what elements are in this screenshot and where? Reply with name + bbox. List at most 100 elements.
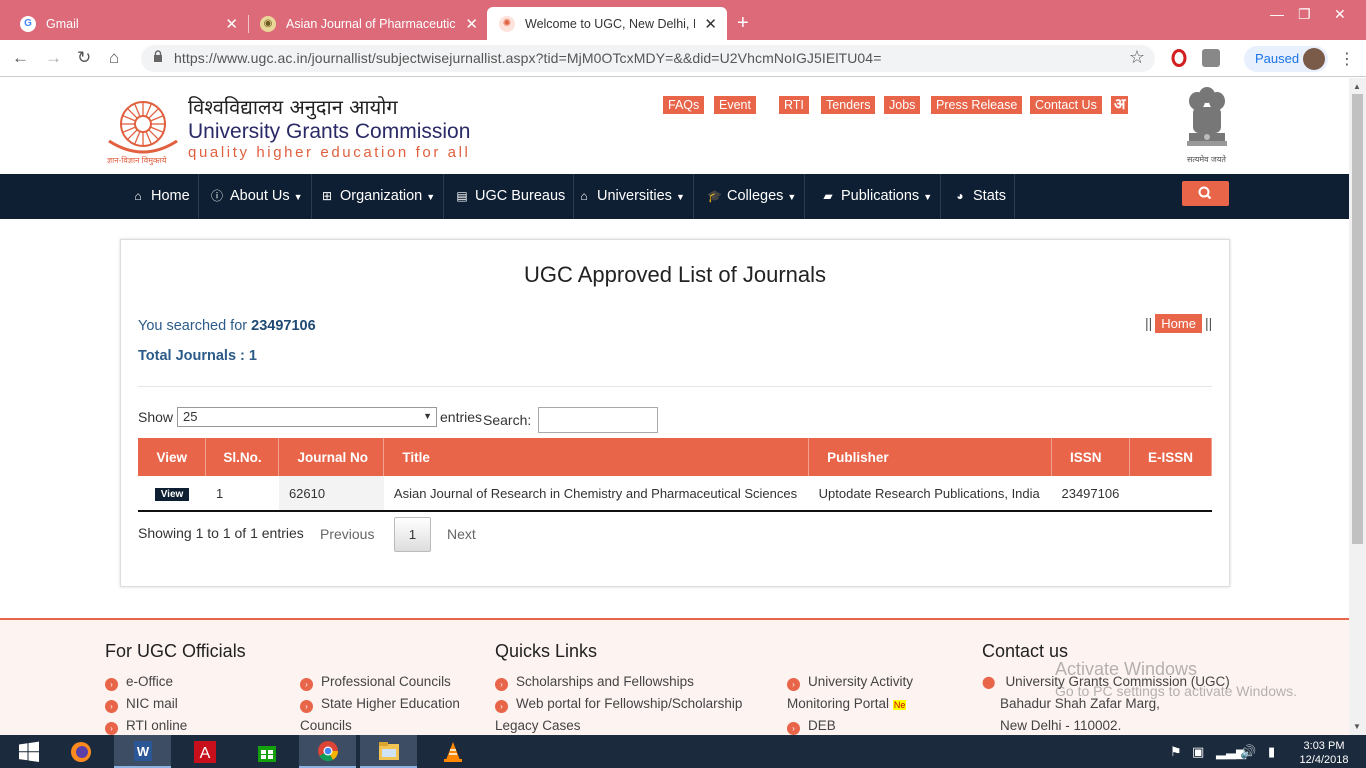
nav-colleges[interactable]: 🎓 Colleges ▼ [699, 174, 806, 219]
opera-icon[interactable] [1170, 49, 1188, 67]
footer-link-state-councils-cont[interactable]: Councils [300, 718, 352, 733]
nav-publications[interactable]: ▰ Publications ▼ [813, 174, 942, 219]
tenders-link[interactable]: Tenders [821, 96, 876, 114]
restore-icon[interactable]: ❐ [1298, 6, 1311, 23]
table-row: View 1 62610 Asian Journal of Research i… [138, 476, 1212, 512]
battery-icon[interactable]: ▮ [1268, 744, 1275, 760]
taskbar-acrobat[interactable]: A [176, 735, 233, 768]
taskbar-store[interactable] [238, 735, 295, 768]
footer: For UGC Officials › e-Office › NIC mail › R… [0, 618, 1349, 735]
nav-stats[interactable]: ◕ Stats [945, 174, 1016, 219]
col-title[interactable]: Title [383, 438, 810, 476]
table-search-input[interactable] [538, 407, 658, 433]
page-size-select[interactable]: 25 ▼ [177, 407, 437, 427]
network-adapter-icon[interactable]: ▣ [1192, 744, 1204, 760]
footer-link-state-councils[interactable]: › State Higher Education [300, 696, 460, 713]
jobs-link[interactable]: Jobs [884, 96, 921, 114]
footer-link-rti-online[interactable]: › RTI online [105, 718, 187, 735]
footer-link-fellowship-portal-cont[interactable]: Legacy Cases [495, 718, 581, 733]
footer-link-nic-mail[interactable]: › NIC mail [105, 696, 178, 713]
extension-icon[interactable] [1202, 49, 1220, 67]
nav-organization[interactable]: ⊞ Organization ▼ [312, 174, 445, 219]
event-link[interactable]: Event [714, 96, 756, 114]
scroll-down-icon[interactable]: ▼ [1353, 722, 1361, 731]
footer-link-monitoring-portal[interactable]: Monitoring Portal Ne [787, 696, 907, 711]
volume-icon[interactable]: 🔊 [1240, 744, 1256, 760]
footer-link-university-activity[interactable]: › University Activity [787, 674, 913, 691]
nav-about-us[interactable]: ⓘ About Us ▼ [202, 174, 312, 219]
taskbar-chrome[interactable] [299, 735, 356, 768]
taskbar-firefox[interactable] [52, 735, 109, 768]
close-tab-icon[interactable]: ✕ [704, 15, 717, 33]
breadcrumb-home-link[interactable]: Home [1155, 314, 1202, 333]
footer-heading-officials: For UGC Officials [105, 641, 246, 661]
graduation-cap-icon: 🎓 [707, 189, 722, 203]
tab-ugc[interactable]: ✺ Welcome to UGC, New Delhi, Ind ✕ [487, 7, 727, 40]
nav-universities[interactable]: ⌂ Universities ▼ [569, 174, 694, 219]
address-bar[interactable]: https://www.ugc.ac.in/journallist/subjec… [141, 45, 1155, 72]
clock-date: 12/4/2018 [1299, 754, 1349, 766]
browser-menu-icon[interactable]: ⋮ [1339, 49, 1355, 69]
profile-paused-button[interactable]: Paused [1244, 46, 1328, 72]
pagination-previous[interactable]: Previous [320, 526, 374, 542]
caret-down-icon: ▼ [293, 192, 303, 202]
footer-link-deb[interactable]: › DEB [787, 718, 836, 735]
scrollbar-thumb[interactable] [1352, 94, 1363, 544]
footer-link-professional-councils[interactable]: › Professional Councils [300, 674, 451, 691]
minimize-icon[interactable]: — [1270, 6, 1284, 22]
search-label: Search: [483, 412, 532, 428]
vertical-scrollbar[interactable]: ▲ ▼ [1349, 78, 1366, 735]
pagination-next[interactable]: Next [447, 526, 476, 542]
institution-icon: ⌂ [580, 189, 588, 203]
nav-home[interactable]: ⌂ Home [123, 174, 199, 219]
window-close-icon[interactable]: ✕ [1334, 6, 1346, 23]
taskbar-word[interactable]: W [114, 735, 171, 768]
col-publisher[interactable]: Publisher [808, 438, 1052, 476]
pagination-page-1[interactable]: 1 [394, 517, 431, 552]
scroll-up-icon[interactable]: ▲ [1353, 82, 1361, 91]
url-text[interactable]: https://www.ugc.ac.in/journallist/subjec… [174, 50, 881, 66]
tab-gmail[interactable]: G Gmail ✕ [8, 7, 248, 40]
chevron-right-icon: › [787, 678, 800, 691]
avatar [1303, 48, 1325, 70]
new-tab-icon[interactable]: + [737, 12, 749, 35]
faqs-link[interactable]: FAQs [663, 96, 705, 114]
close-tab-icon[interactable]: ✕ [465, 15, 478, 33]
home-icon: ⌂ [134, 189, 142, 203]
close-tab-icon[interactable]: ✕ [225, 15, 238, 33]
site-search-button[interactable] [1182, 181, 1229, 206]
hindi-language-link[interactable]: अ [1111, 96, 1129, 114]
search-icon [1198, 186, 1212, 200]
view-button[interactable]: View [154, 488, 190, 501]
chevron-right-icon: › [105, 678, 118, 691]
nav-ugc-bureaus[interactable]: ▤ UGC Bureaus [447, 174, 575, 219]
chevron-right-icon: › [105, 722, 118, 735]
caret-down-icon: ▼ [675, 192, 685, 202]
col-eissn[interactable]: E-ISSN [1129, 438, 1213, 476]
col-sl-no[interactable]: Sl.No. [205, 438, 280, 476]
journals-table: View Sl.No. Journal No Title Publisher I… [138, 438, 1213, 512]
col-issn[interactable]: ISSN [1051, 438, 1130, 476]
press-release-link[interactable]: Press Release [931, 96, 1023, 114]
start-button[interactable] [0, 735, 57, 768]
browser-toolbar: ← → ↻ ⌂ https://www.ugc.ac.in/journallis… [0, 40, 1366, 77]
bookmark-star-icon[interactable]: ☆ [1129, 47, 1145, 68]
reload-icon[interactable]: ↻ [77, 48, 91, 68]
back-icon[interactable]: ← [12, 48, 29, 68]
footer-link-e-office[interactable]: › e-Office [105, 674, 173, 691]
col-view[interactable]: View [138, 438, 207, 476]
contact-us-link[interactable]: Contact Us [1030, 96, 1102, 114]
rti-link[interactable]: RTI [779, 96, 809, 114]
footer-link-fellowship-portal[interactable]: › Web portal for Fellowship/Scholarship [495, 696, 742, 713]
flag-icon[interactable]: ⚑ [1170, 744, 1182, 760]
ugc-logo[interactable] [105, 86, 181, 166]
tab-asian-journal[interactable]: ◉ Asian Journal of Pharmaceutical a ✕ [248, 7, 488, 40]
taskbar-file-explorer[interactable] [360, 735, 417, 768]
home-icon[interactable]: ⌂ [109, 48, 119, 68]
footer-link-scholarships[interactable]: › Scholarships and Fellowships [495, 674, 694, 691]
col-journal-no[interactable]: Journal No [278, 438, 385, 476]
forward-icon[interactable]: → [45, 48, 62, 68]
system-clock[interactable]: 3:03 PM 12/4/2018 [1296, 739, 1352, 767]
taskbar-vlc[interactable] [424, 735, 481, 768]
activation-watermark-title: Activate Windows [1055, 659, 1198, 679]
